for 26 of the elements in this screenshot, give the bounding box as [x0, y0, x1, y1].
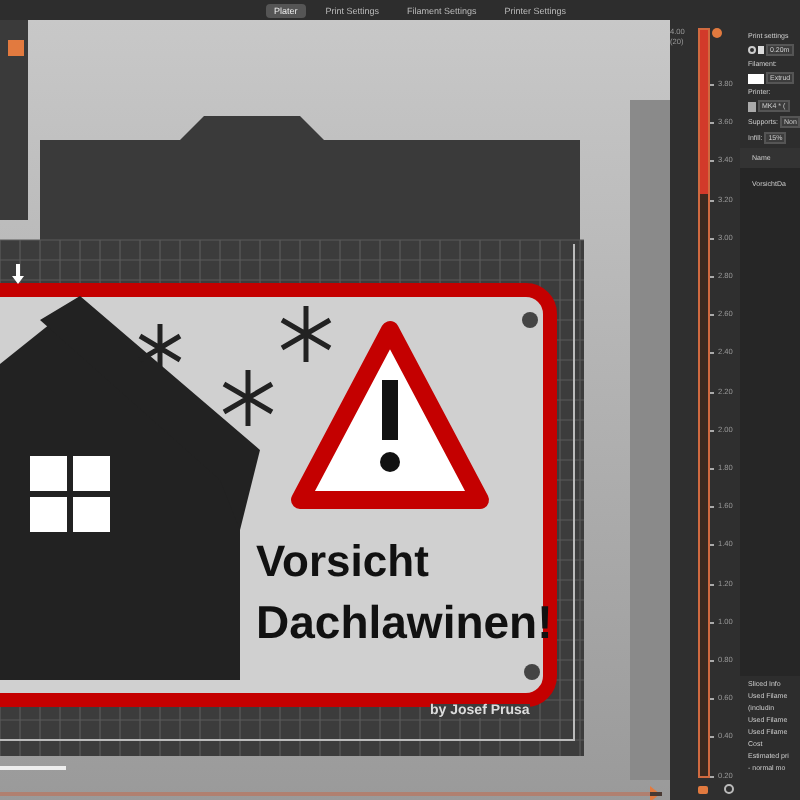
tick-mark — [710, 468, 714, 470]
tick-mark — [710, 698, 714, 700]
sign-text: Vorsicht — [256, 536, 429, 588]
printer-icon — [748, 101, 756, 111]
tick-mark — [710, 314, 714, 316]
tick-mark — [710, 160, 714, 162]
tick-mark — [710, 506, 714, 508]
tick-mark — [710, 200, 714, 202]
tick-mark — [710, 584, 714, 586]
tick-mark — [710, 392, 714, 394]
tick-mark — [710, 352, 714, 354]
tick-mark — [710, 276, 714, 278]
tick-mark — [710, 622, 714, 624]
gear-icon[interactable] — [748, 46, 756, 54]
slider-thumb[interactable] — [712, 28, 722, 38]
tick-mark — [710, 84, 714, 86]
tick-mark — [710, 736, 714, 738]
tick-mark — [710, 430, 714, 432]
download-icon[interactable] — [12, 264, 24, 284]
tick-mark — [710, 238, 714, 240]
tick-mark — [710, 544, 714, 546]
filament-color-swatch[interactable] — [748, 73, 764, 83]
settings-icon[interactable] — [724, 784, 734, 794]
tick-mark — [710, 122, 714, 124]
tick-mark — [710, 660, 714, 662]
tick-mark — [710, 776, 714, 778]
